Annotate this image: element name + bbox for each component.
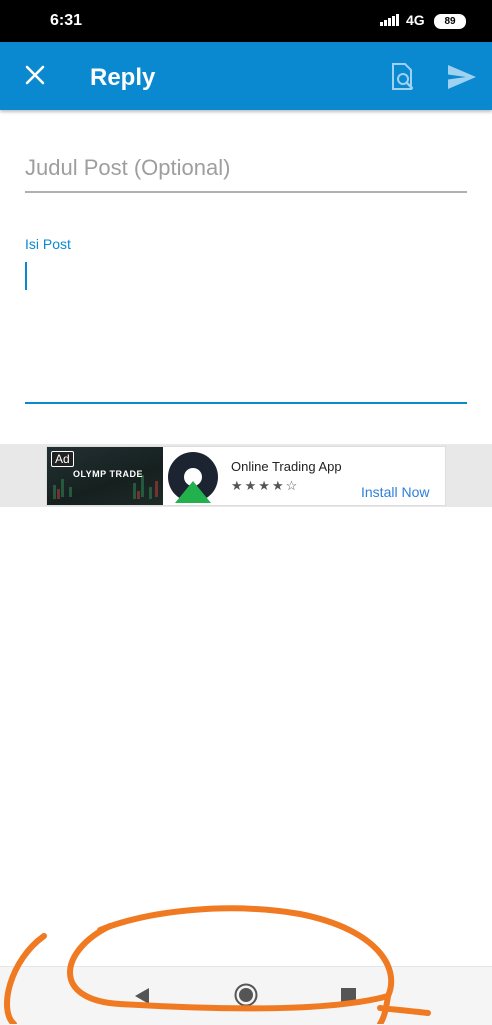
post-body-label: Isi Post xyxy=(25,236,71,252)
ad-image[interactable]: OLYMP TRADE Ad xyxy=(47,447,163,505)
ad-app-name: Online Trading App xyxy=(231,459,342,474)
ad-install-button[interactable]: Install Now xyxy=(361,484,429,500)
back-triangle-icon[interactable] xyxy=(134,987,150,1005)
system-nav-bar xyxy=(0,966,492,1025)
send-icon[interactable] xyxy=(447,64,477,90)
ad-image-brand: OLYMP TRADE xyxy=(73,469,144,479)
ad-rating-stars: ★★★★☆ xyxy=(231,478,300,493)
status-bar: 6:31 4G 89 xyxy=(0,0,492,42)
status-time: 6:31 xyxy=(50,12,83,29)
text-cursor xyxy=(25,262,27,290)
ad-badge: Ad xyxy=(51,451,74,467)
ad-banner[interactable]: OLYMP TRADE Ad Online Trading App ★★★★☆ … xyxy=(46,446,446,506)
battery-indicator: 89 xyxy=(434,14,466,29)
network-type: 4G xyxy=(406,12,425,28)
app-bar: Reply xyxy=(0,42,492,110)
document-search-icon[interactable] xyxy=(390,62,416,92)
recents-square-icon[interactable] xyxy=(341,988,356,1003)
home-circle-icon[interactable] xyxy=(234,983,258,1007)
post-title-input[interactable] xyxy=(25,155,467,181)
post-title-field[interactable] xyxy=(25,155,467,193)
page-title: Reply xyxy=(90,64,156,91)
post-body-field[interactable] xyxy=(25,258,467,404)
signal-icon xyxy=(380,14,399,26)
ad-app-logo-icon xyxy=(168,452,218,503)
close-icon[interactable] xyxy=(24,64,46,86)
